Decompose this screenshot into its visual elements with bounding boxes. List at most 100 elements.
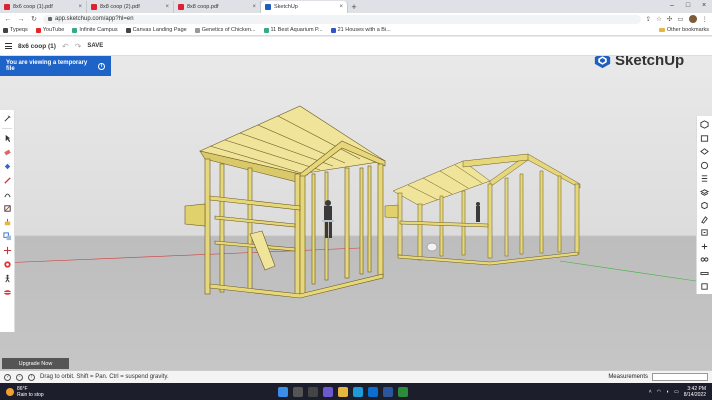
maximize-icon[interactable]: □ [680,0,696,12]
hamburger-menu-icon[interactable] [5,43,12,49]
undo-icon[interactable]: ↶ [62,42,69,51]
word-icon[interactable] [383,386,393,397]
window-close-icon[interactable]: × [696,0,712,12]
puzzle-icon[interactable]: ✣ [667,15,672,23]
edge-icon[interactable] [353,386,363,397]
address-bar: ← → ↻ app.sketchup.com/app?hl=en ⇪ ☆ ✣ ▭… [0,13,712,25]
tab-sketchup[interactable]: SketchUp × [261,1,348,13]
scenes-icon[interactable] [699,200,710,211]
close-icon[interactable]: × [165,4,169,10]
tab-pdf-3[interactable]: 8x8 coop.pdf × [174,1,261,13]
wifi-icon[interactable]: ◠ [657,389,661,395]
file-title[interactable]: 8x6 coop (1) [18,43,56,50]
forward-icon[interactable]: → [17,16,25,23]
tab-pdf-1[interactable]: 8x6 coop (1).pdf × [0,1,87,13]
components-icon[interactable] [699,133,710,144]
weather-widget[interactable]: 86°F Rain to stop [0,386,120,398]
search-tools-icon[interactable] [2,113,13,124]
rectangle-icon[interactable] [2,203,13,214]
reload-icon[interactable]: ↻ [30,15,38,23]
search-icon[interactable] [293,386,303,397]
bookmark-item[interactable]: 11 Best Aquarium P... [263,27,323,33]
coop-frame-back [384,153,581,266]
other-bookmarks[interactable]: Other bookmarks [658,27,709,33]
taskbar-apps [278,386,408,397]
chevron-up-icon[interactable]: ˄ [649,389,652,395]
tab-pdf-2[interactable]: 8x8 coop (2).pdf × [87,1,174,13]
clock[interactable]: 3:42 PM 8/14/2022 [684,386,706,398]
bookmark-item[interactable]: Canvas Landing Page [125,27,187,33]
display-icon[interactable] [699,241,710,252]
help-icon[interactable]: ? [4,373,11,381]
back-icon[interactable]: ← [4,16,12,23]
lock-icon [48,17,52,21]
bookmarks-bar: Typeqs YouTube Infinite Campus Canvas La… [0,25,712,36]
redo-icon[interactable]: ↷ [75,42,82,51]
copy-icon[interactable] [2,231,13,242]
sidepanel-icon[interactable]: ▭ [677,15,683,23]
youtube-icon [35,27,41,33]
push-pull-icon[interactable] [2,217,13,228]
windows-start-icon[interactable] [278,386,288,397]
bookmark-item[interactable]: Infinite Campus [72,27,118,33]
menu-icon[interactable]: ⋮ [702,15,709,23]
save-button[interactable]: SAVE [87,43,103,49]
pencil-icon[interactable] [2,175,13,186]
bookmark-item[interactable]: Typeqs [3,27,28,33]
left-toolbar [0,110,15,332]
paint-bucket-icon[interactable] [2,161,13,172]
user-icon[interactable]: ◦ [16,373,23,381]
section-icon[interactable] [2,287,13,298]
rotate-icon[interactable] [2,259,13,270]
teams-icon[interactable] [323,386,333,397]
move-icon[interactable] [2,245,13,256]
bookmark-item[interactable]: Genetics of Chicken... [194,27,256,33]
pdf-icon [4,4,10,10]
url-input[interactable]: app.sketchup.com/app?hl=en [43,14,641,24]
eraser-icon[interactable] [2,147,13,158]
new-tab-button[interactable]: + [348,1,360,13]
bookmark-item[interactable]: YouTube [35,27,64,33]
star-icon[interactable]: ☆ [656,15,662,23]
select-icon[interactable] [2,133,13,144]
layers-icon[interactable] [699,187,710,198]
close-icon[interactable]: × [78,4,82,10]
weather-icon [6,387,14,396]
bookmark-icon [263,27,269,33]
styles-icon[interactable] [699,146,710,157]
bookmark-icon [125,27,131,33]
walk-icon[interactable] [2,273,13,284]
info-icon[interactable]: i [98,62,105,70]
glasses-icon[interactable] [699,254,710,265]
line-icon[interactable] [2,189,13,200]
ruler-icon[interactable] [699,268,710,279]
materials-icon[interactable] [699,160,710,171]
notification-icon[interactable]: ! [28,373,35,381]
sketchup-logo-icon [594,56,611,69]
tab-title: 8x8 coop (2).pdf [100,4,140,10]
speaker-icon[interactable]: ◖ [666,389,669,395]
bookmark-item[interactable]: 21 Houses with a Bi... [330,27,391,33]
bookmark-icon [330,27,336,33]
outliner-icon[interactable] [699,173,710,184]
measurements-input[interactable] [652,373,708,381]
battery-icon[interactable]: ▭ [674,389,679,395]
store-icon[interactable] [368,386,378,397]
entity-info-icon[interactable] [699,119,710,130]
green-axis [559,260,697,282]
close-icon[interactable]: × [252,4,256,10]
model-viewport[interactable]: You are viewing a temporary file i Sketc… [0,56,712,370]
minimize-icon[interactable]: – [664,0,680,12]
task-view-icon[interactable] [308,386,318,397]
avatar[interactable] [688,15,697,23]
instructor-icon[interactable] [699,227,710,238]
bookmark-icon [194,27,200,33]
tags-icon[interactable] [699,214,710,225]
close-icon[interactable]: × [339,4,343,10]
zoom-icon[interactable] [699,281,710,292]
chrome-icon[interactable] [398,386,408,397]
share-icon[interactable]: ⇪ [646,15,651,23]
browser-toolbar-icons: ⇪ ☆ ✣ ▭ ⋮ [646,15,708,23]
file-explorer-icon[interactable] [338,386,348,397]
upgrade-button[interactable]: Upgrade Now [2,358,69,369]
